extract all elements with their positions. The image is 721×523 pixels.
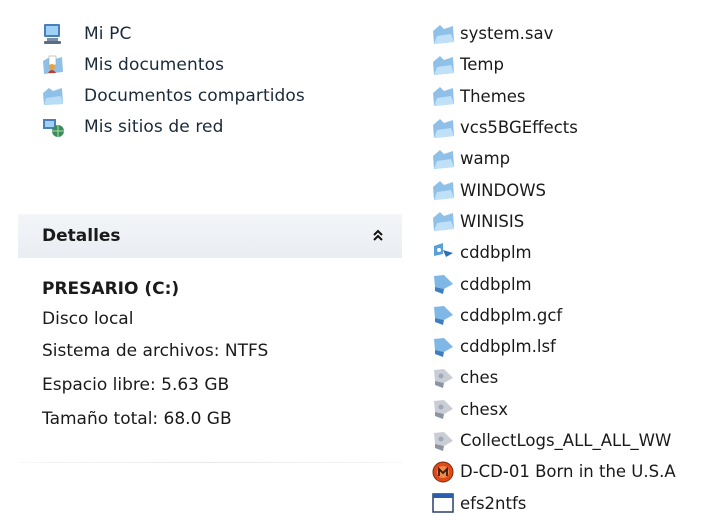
folder-icon — [430, 116, 456, 140]
system-file-icon — [430, 429, 456, 453]
file-label: vcs5BGEffects — [460, 118, 578, 138]
file-label: WINISIS — [460, 211, 525, 231]
file-item[interactable]: D-CD-01 Born in the U.S.A — [430, 456, 676, 487]
file-label: CollectLogs_ALL_ALL_WW — [460, 431, 672, 450]
file-item[interactable]: Themes — [430, 81, 676, 112]
place-my-computer[interactable]: Mi PC — [40, 18, 305, 49]
folder-icon — [430, 178, 456, 202]
documents-folder-icon — [40, 52, 66, 78]
folder-icon — [430, 22, 456, 46]
system-file-icon — [430, 366, 456, 390]
place-label: Documentos compartidos — [84, 85, 305, 106]
file-item[interactable]: WINISIS — [430, 206, 676, 237]
file-item[interactable]: ches — [430, 362, 676, 393]
place-label: Mi PC — [84, 23, 132, 44]
place-shared-documents[interactable]: Documentos compartidos — [40, 80, 305, 111]
file-item[interactable]: cddbplm.gcf — [430, 300, 676, 331]
config-file-icon — [430, 303, 456, 327]
file-label: efs2ntfs — [460, 493, 527, 513]
file-label: system.sav — [460, 24, 554, 44]
file-label: cddbplm.gcf — [460, 305, 563, 325]
file-list: system.sav Temp Themes vcs5BGEffects wam… — [430, 18, 676, 519]
collapse-chevron-icon[interactable] — [372, 228, 384, 245]
details-header[interactable]: Detalles — [18, 214, 402, 258]
task-pane: Mi PC Mis documentos Documentos comparti… — [0, 0, 404, 523]
file-item[interactable]: Temp — [430, 49, 676, 80]
file-label: chesx — [460, 399, 509, 419]
place-label: Mis documentos — [84, 54, 225, 75]
file-label: Temp — [460, 55, 504, 75]
filesystem-info: Sistema de archivos: NTFS — [42, 341, 269, 361]
total-size-info: Tamaño total: 68.0 GB — [42, 409, 232, 429]
file-label: cddbplm — [460, 274, 532, 294]
file-label: D-CD-01 Born in the U.S.A — [460, 462, 676, 482]
file-item[interactable]: cddbplm.lsf — [430, 331, 676, 362]
place-label: Mis sitios de red — [84, 116, 224, 137]
file-label: ches — [460, 368, 499, 388]
file-label: wamp — [460, 149, 511, 169]
folder-icon — [430, 147, 456, 171]
folder-icon — [430, 209, 456, 233]
folder-icon — [430, 84, 456, 108]
file-label: cddbplm.lsf — [460, 337, 556, 357]
file-label: WINDOWS — [460, 180, 547, 200]
drive-type: Disco local — [42, 309, 134, 329]
file-item[interactable]: chesx — [430, 394, 676, 425]
place-my-documents[interactable]: Mis documentos — [40, 49, 305, 80]
computer-icon — [40, 21, 66, 47]
details-body: PRESARIO (C:) Disco local Sistema de arc… — [42, 274, 268, 436]
details-title: Detalles — [42, 226, 121, 246]
place-network[interactable]: Mis sitios de red — [40, 111, 305, 142]
file-item[interactable]: WINDOWS — [430, 174, 676, 205]
file-label: Themes — [460, 86, 526, 106]
setup-icon — [430, 241, 456, 265]
file-item[interactable]: wamp — [430, 143, 676, 174]
network-places-icon — [40, 114, 66, 140]
free-space-info: Espacio libre: 5.63 GB — [42, 375, 230, 395]
folder-icon — [430, 53, 456, 77]
config-file-icon — [430, 272, 456, 296]
media-file-icon — [430, 460, 456, 484]
file-item[interactable]: cddbplm — [430, 237, 676, 268]
application-window-icon — [430, 491, 456, 515]
file-item[interactable]: cddbplm — [430, 268, 676, 299]
other-places-list: Mi PC Mis documentos Documentos comparti… — [40, 18, 305, 142]
file-item[interactable]: efs2ntfs — [430, 487, 676, 518]
file-item[interactable]: system.sav — [430, 18, 676, 49]
details-divider — [18, 462, 402, 463]
shared-folder-icon — [40, 83, 66, 109]
drive-name: PRESARIO (C:) — [42, 279, 180, 299]
config-file-icon — [430, 335, 456, 359]
file-label: cddbplm — [460, 243, 532, 263]
system-file-icon — [430, 397, 456, 421]
file-item[interactable]: vcs5BGEffects — [430, 112, 676, 143]
file-item[interactable]: CollectLogs_ALL_ALL_WW — [430, 425, 676, 456]
